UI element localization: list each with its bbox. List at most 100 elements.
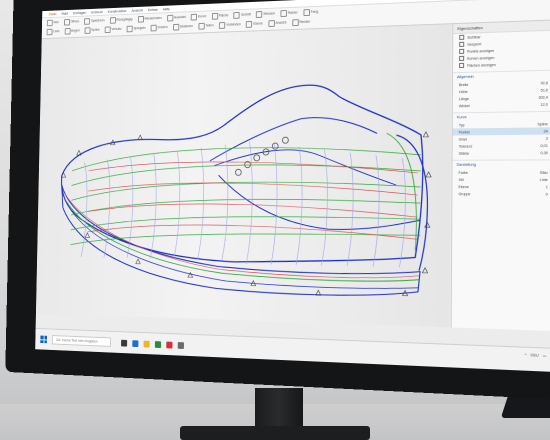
ribbon-button[interactable]: Raster bbox=[280, 9, 298, 17]
ribbon-button[interactable]: Bogen bbox=[64, 27, 80, 35]
property-value[interactable]: 12,0 bbox=[541, 102, 548, 106]
transverse-line-9[interactable] bbox=[296, 147, 303, 265]
transverse-line-7[interactable] bbox=[246, 141, 253, 264]
ribbon-button[interactable]: Fang bbox=[303, 8, 318, 16]
menu-tab[interactable]: Ansicht bbox=[132, 8, 143, 13]
ribbon-button[interactable]: Schnitt bbox=[233, 11, 251, 19]
checkbox-icon[interactable] bbox=[459, 48, 465, 54]
property-value[interactable]: 302,4 bbox=[539, 95, 548, 99]
transverse-line-5[interactable] bbox=[198, 148, 205, 260]
windows-start-icon[interactable] bbox=[40, 335, 48, 344]
eyelet-1[interactable] bbox=[235, 169, 241, 175]
ribbon-button[interactable]: Speichern bbox=[84, 17, 105, 25]
control-point-marker-11[interactable] bbox=[188, 272, 193, 277]
ribbon-button[interactable]: Kurve bbox=[190, 13, 206, 21]
taskbar-search-input[interactable]: Zur Suche Text hier eingeben bbox=[51, 335, 111, 347]
menu-tab[interactable]: Hilfe bbox=[163, 6, 170, 11]
ribbon-button[interactable]: Auswahl bbox=[166, 14, 186, 22]
eyelet-3[interactable] bbox=[254, 155, 260, 161]
taskbar-app-icon[interactable] bbox=[166, 341, 173, 349]
taskbar-app-icon[interactable] bbox=[121, 339, 128, 347]
transverse-line-10[interactable] bbox=[321, 150, 327, 266]
taskbar-app-icon[interactable] bbox=[154, 340, 162, 348]
transverse-line-3[interactable] bbox=[150, 154, 157, 259]
property-value[interactable]: Blau bbox=[540, 170, 548, 174]
checkbox-icon[interactable] bbox=[459, 62, 465, 69]
red-section-curve-2[interactable] bbox=[88, 203, 418, 217]
ribbon-button[interactable]: Render bbox=[291, 18, 310, 26]
green-section-curve-3[interactable] bbox=[71, 198, 420, 218]
transverse-line-8[interactable] bbox=[271, 144, 278, 265]
property-value[interactable]: 24 bbox=[544, 129, 548, 133]
eyelet-6[interactable] bbox=[282, 137, 288, 143]
menu-tab[interactable]: Extras bbox=[148, 7, 158, 12]
property-value[interactable]: Linie bbox=[540, 177, 548, 181]
panel-checkbox[interactable]: Flächen anzeigen bbox=[453, 59, 550, 69]
ribbon-button[interactable]: Wiederholen bbox=[137, 15, 162, 23]
property-row[interactable]: Farbe Blau bbox=[453, 169, 550, 176]
vamp-line[interactable] bbox=[214, 149, 396, 185]
transverse-line-13[interactable] bbox=[399, 158, 405, 267]
ribbon-button[interactable]: Neu bbox=[46, 19, 59, 26]
ribbon-button[interactable]: Öffnen bbox=[63, 18, 80, 26]
transverse-line-11[interactable] bbox=[347, 152, 353, 266]
menu-tab[interactable]: Einfügen bbox=[73, 10, 86, 15]
shoe-outline[interactable] bbox=[60, 83, 423, 266]
checkbox-icon[interactable] bbox=[459, 34, 465, 40]
property-value[interactable]: 0,35 bbox=[540, 151, 547, 155]
control-point-marker-12[interactable] bbox=[136, 259, 141, 264]
tray-chevron-icon[interactable]: ^ bbox=[525, 353, 527, 357]
property-row[interactable]: Stärke 0,35 bbox=[453, 149, 550, 157]
transverse-line-12[interactable] bbox=[373, 155, 379, 267]
control-point-marker-4[interactable] bbox=[423, 132, 428, 137]
menu-tab[interactable]: Datei bbox=[49, 11, 57, 16]
taskbar-app-icon[interactable] bbox=[177, 341, 185, 349]
heel-green-line[interactable] bbox=[386, 133, 417, 250]
taskbar-app-icon[interactable] bbox=[132, 339, 139, 347]
ribbon-button[interactable]: Rückgängig bbox=[109, 16, 132, 24]
ribbon-button[interactable]: Ansicht bbox=[268, 19, 286, 27]
property-value[interactable]: 3 bbox=[546, 136, 548, 140]
taskbar-app-icon[interactable] bbox=[143, 340, 150, 348]
notification-icon[interactable]: ▭ bbox=[543, 354, 547, 358]
property-row[interactable]: Stil Linie bbox=[452, 176, 550, 183]
menu-tab[interactable]: Entwurf bbox=[91, 9, 102, 14]
ribbon-button[interactable]: Versatz bbox=[104, 26, 122, 33]
checkbox-icon[interactable] bbox=[459, 41, 465, 47]
ribbon-button[interactable]: Ebene bbox=[246, 20, 263, 28]
green-section-curve-4[interactable] bbox=[71, 215, 421, 235]
ribbon-button[interactable]: Messen bbox=[256, 10, 275, 18]
tray-language[interactable]: DEU bbox=[531, 353, 539, 357]
sole-green-line[interactable] bbox=[65, 201, 420, 282]
menu-tab[interactable]: Konstruktion bbox=[108, 8, 127, 13]
checkbox-icon[interactable] bbox=[459, 55, 465, 62]
collar-line[interactable] bbox=[210, 117, 377, 161]
control-point-marker-7[interactable] bbox=[422, 268, 427, 273]
ribbon-button[interactable]: Spline bbox=[84, 26, 100, 34]
property-value[interactable]: 1 bbox=[546, 185, 548, 189]
control-point-marker-1[interactable] bbox=[77, 150, 81, 155]
menu-tab[interactable]: Start bbox=[61, 11, 68, 16]
ribbon-button[interactable]: Linie bbox=[46, 28, 60, 35]
ribbon-button[interactable]: Verbinden bbox=[219, 21, 241, 29]
property-value[interactable]: 51,6 bbox=[541, 88, 548, 92]
eyelet-5[interactable] bbox=[272, 143, 278, 149]
ribbon-button[interactable]: Teilen bbox=[198, 22, 214, 30]
property-row[interactable]: Winkel 12,0 bbox=[453, 101, 550, 110]
property-value[interactable]: 0 bbox=[546, 192, 548, 196]
property-value[interactable]: Spline bbox=[537, 122, 547, 126]
cad-viewport[interactable] bbox=[35, 24, 452, 328]
ribbon-button[interactable]: Drehen bbox=[150, 24, 168, 31]
checkbox-label: Sichtbar bbox=[467, 34, 481, 40]
ribbon-button[interactable]: Fläche bbox=[211, 12, 229, 20]
ribbon-button[interactable]: Spiegeln bbox=[126, 25, 146, 32]
control-point-marker-13[interactable] bbox=[85, 233, 89, 238]
property-value[interactable]: 0,01 bbox=[540, 143, 547, 147]
ribbon-button[interactable]: Skalieren bbox=[172, 23, 193, 31]
property-value[interactable]: 92,8 bbox=[541, 81, 548, 85]
control-point-marker-5[interactable] bbox=[426, 172, 431, 177]
transverse-line-4[interactable] bbox=[174, 151, 181, 259]
property-row[interactable]: Gruppe 0 bbox=[452, 190, 550, 197]
tool-icon bbox=[190, 13, 198, 21]
shoe-wireframe[interactable] bbox=[36, 24, 451, 327]
